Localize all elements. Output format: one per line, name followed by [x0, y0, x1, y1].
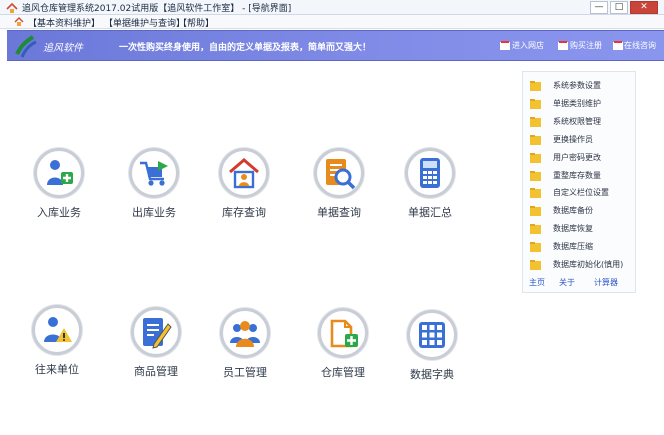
- tile-label: 库存查询: [222, 206, 266, 219]
- tile-label: 数据字典: [410, 368, 454, 381]
- tile-label: 单据查询: [317, 206, 361, 219]
- tile-label: 单据汇总: [408, 206, 452, 219]
- footer-calculator-link[interactable]: 计算器: [594, 277, 618, 288]
- menu-db-init[interactable]: 数据库初始化(慎用): [530, 258, 636, 272]
- header-banner: 追风软件 一次性购买终身使用，自由的定义单据及报表，简单而又强大！ 进入网店 购…: [7, 30, 664, 61]
- shop-icon: [500, 41, 510, 50]
- consult-link[interactable]: 在线咨询: [624, 40, 656, 51]
- folder-icon: [530, 206, 541, 216]
- tile-partners[interactable]: 往来单位: [17, 305, 97, 377]
- tile-label: 入库业务: [37, 206, 81, 219]
- register-icon: [558, 41, 568, 50]
- folder-icon: [530, 171, 541, 181]
- menu-bar: 【基本资料维护】 【单据维护与查询】 【帮助】: [0, 15, 664, 29]
- folder-icon: [530, 260, 541, 270]
- system-panel: 系统参数设置 单据类别维护 系统权限管理 更换操作员 用户密码更改 重整库存数量…: [522, 71, 636, 293]
- folder-icon: [530, 242, 541, 252]
- folder-icon: [530, 135, 541, 145]
- menu-doc-category[interactable]: 单据类别维护: [530, 97, 636, 111]
- folder-icon: [530, 99, 541, 109]
- window-titlebar: 追风仓库管理系统2017.02试用版【追风软件工作室】 - [导航界面] — □…: [0, 0, 664, 15]
- tile-employee-management[interactable]: 员工管理: [205, 308, 285, 380]
- menu-permissions[interactable]: 系统权限管理: [530, 115, 636, 129]
- folder-icon: [530, 153, 541, 163]
- footer-about-link[interactable]: 关于: [559, 277, 575, 288]
- tile-stock-in[interactable]: 入库业务: [19, 148, 99, 220]
- warehouse-management-icon: [318, 308, 368, 358]
- tile-label: 仓库管理: [321, 366, 365, 379]
- product-management-icon: [131, 307, 181, 357]
- menu-document-query[interactable]: 【单据维护与查询】: [104, 16, 185, 29]
- tile-warehouse-management[interactable]: 仓库管理: [303, 308, 383, 380]
- folder-icon: [530, 188, 541, 198]
- document-query-icon: [314, 148, 364, 198]
- menu-db-backup[interactable]: 数据库备份: [530, 204, 636, 218]
- menu-system-params[interactable]: 系统参数设置: [530, 79, 636, 93]
- minimize-button[interactable]: —: [590, 1, 608, 14]
- logo-text: 追风软件: [43, 43, 83, 54]
- footer-home-link[interactable]: 主页: [529, 277, 545, 288]
- folder-icon: [530, 224, 541, 234]
- partners-icon: [32, 305, 82, 355]
- grid-icon: [407, 310, 457, 360]
- close-button[interactable]: ✕: [630, 1, 658, 14]
- window-controls: — □ ✕: [590, 1, 658, 14]
- tile-label: 往来单位: [35, 363, 79, 376]
- menu-home-icon: [14, 17, 24, 26]
- tile-label: 出库业务: [132, 206, 176, 219]
- tile-stock-out[interactable]: 出库业务: [114, 148, 194, 220]
- menu-change-password[interactable]: 用户密码更改: [530, 151, 636, 165]
- tile-label: 员工管理: [223, 366, 267, 379]
- maximize-button[interactable]: □: [610, 1, 628, 14]
- menu-rebuild-stock[interactable]: 重整库存数量: [530, 169, 636, 183]
- menu-help[interactable]: 【帮助】: [178, 16, 214, 29]
- menu-db-restore[interactable]: 数据库恢复: [530, 222, 636, 236]
- slogan: 一次性购买终身使用，自由的定义单据及报表，简单而又强大！: [119, 43, 372, 53]
- menu-basic-data[interactable]: 【基本资料维护】: [28, 16, 100, 29]
- stock-in-icon: [34, 148, 84, 198]
- consult-icon: [613, 41, 623, 50]
- menu-change-operator[interactable]: 更换操作员: [530, 133, 636, 147]
- register-link[interactable]: 购买注册: [570, 40, 602, 51]
- tile-document-summary[interactable]: 单据汇总: [390, 148, 470, 220]
- window-title: 追风仓库管理系统2017.02试用版【追风软件工作室】 - [导航界面]: [22, 4, 292, 14]
- app-icon: [6, 2, 18, 13]
- tile-product-management[interactable]: 商品管理: [116, 307, 196, 379]
- folder-icon: [530, 81, 541, 91]
- logo-icon: [15, 35, 37, 58]
- inventory-query-icon: [219, 148, 269, 198]
- tile-data-dictionary[interactable]: 数据字典: [392, 310, 472, 382]
- folder-icon: [530, 117, 541, 127]
- menu-custom-fields[interactable]: 自定义栏位设置: [530, 186, 636, 200]
- tile-document-query[interactable]: 单据查询: [299, 148, 379, 220]
- stock-out-icon: [129, 148, 179, 198]
- menu-db-compress[interactable]: 数据库压缩: [530, 240, 636, 254]
- shop-link[interactable]: 进入网店: [512, 40, 544, 51]
- tile-inventory-query[interactable]: 库存查询: [204, 148, 284, 220]
- employee-management-icon: [220, 308, 270, 358]
- calculator-icon: [405, 148, 455, 198]
- tile-label: 商品管理: [134, 365, 178, 378]
